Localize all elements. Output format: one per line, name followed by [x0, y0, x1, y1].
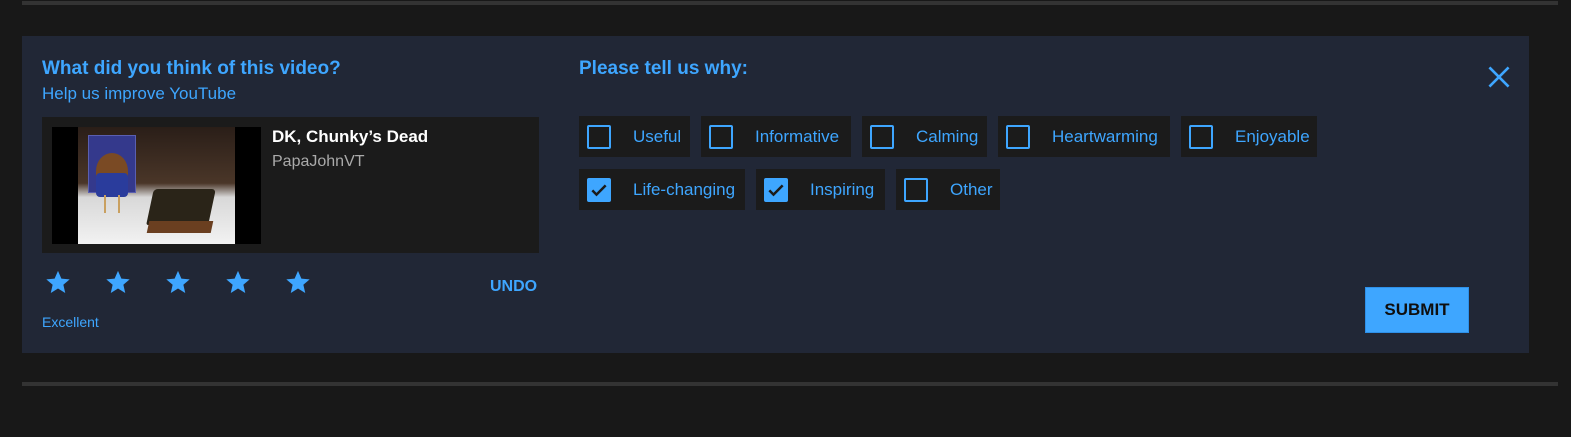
reason-option-other[interactable]: Other — [896, 169, 1000, 210]
checkbox-icon[interactable] — [1006, 124, 1030, 149]
feedback-survey-panel: What did you think of this video? Help u… — [22, 36, 1529, 353]
reason-label: Useful — [633, 126, 682, 146]
reasons-title: Please tell us why: — [579, 58, 748, 79]
video-channel: PapaJohnVT — [272, 153, 365, 170]
bottom-divider — [22, 382, 1558, 386]
star-icon[interactable] — [284, 268, 312, 296]
checkbox-icon[interactable] — [1189, 124, 1213, 149]
video-title: DK, Chunky’s Dead — [272, 127, 429, 146]
reason-label: Other — [950, 179, 993, 199]
video-thumbnail — [52, 127, 261, 244]
checkbox-icon[interactable] — [870, 124, 894, 149]
submit-button[interactable]: SUBMIT — [1365, 287, 1469, 333]
rating-label: Excellent — [42, 314, 99, 330]
reason-label: Inspiring — [810, 179, 875, 199]
checkbox-checked-icon[interactable] — [587, 177, 611, 202]
star-icon[interactable] — [44, 268, 72, 296]
close-icon[interactable] — [1486, 64, 1512, 90]
survey-title: What did you think of this video? — [42, 58, 341, 79]
survey-subtitle: Help us improve YouTube — [42, 84, 237, 103]
reason-label: Heartwarming — [1052, 126, 1158, 146]
top-divider — [22, 1, 1558, 5]
reason-option-heartwarming[interactable]: Heartwarming — [998, 116, 1170, 157]
reason-label: Calming — [916, 126, 979, 146]
reason-label: Enjoyable — [1235, 126, 1310, 146]
checkbox-icon[interactable] — [709, 124, 733, 149]
reason-label: Informative — [755, 126, 840, 146]
reason-option-life-changing[interactable]: Life-changing — [579, 169, 745, 210]
star-icon[interactable] — [104, 268, 132, 296]
checkbox-icon[interactable] — [587, 124, 611, 149]
undo-button[interactable]: UNDO — [490, 278, 537, 296]
page: What did you think of this video? Help u… — [0, 0, 1571, 437]
checkbox-icon[interactable] — [904, 177, 928, 202]
reason-option-inspiring[interactable]: Inspiring — [756, 169, 885, 210]
checkbox-checked-icon[interactable] — [764, 177, 788, 202]
star-icon[interactable] — [164, 268, 192, 296]
video-card: DK, Chunky’s Dead PapaJohnVT — [42, 117, 539, 253]
reason-option-calming[interactable]: Calming — [862, 116, 987, 157]
reason-option-informative[interactable]: Informative — [701, 116, 851, 157]
reason-option-enjoyable[interactable]: Enjoyable — [1181, 116, 1317, 157]
reason-label: Life-changing — [633, 179, 736, 199]
star-icon[interactable] — [224, 268, 252, 296]
reason-option-useful[interactable]: Useful — [579, 116, 690, 157]
